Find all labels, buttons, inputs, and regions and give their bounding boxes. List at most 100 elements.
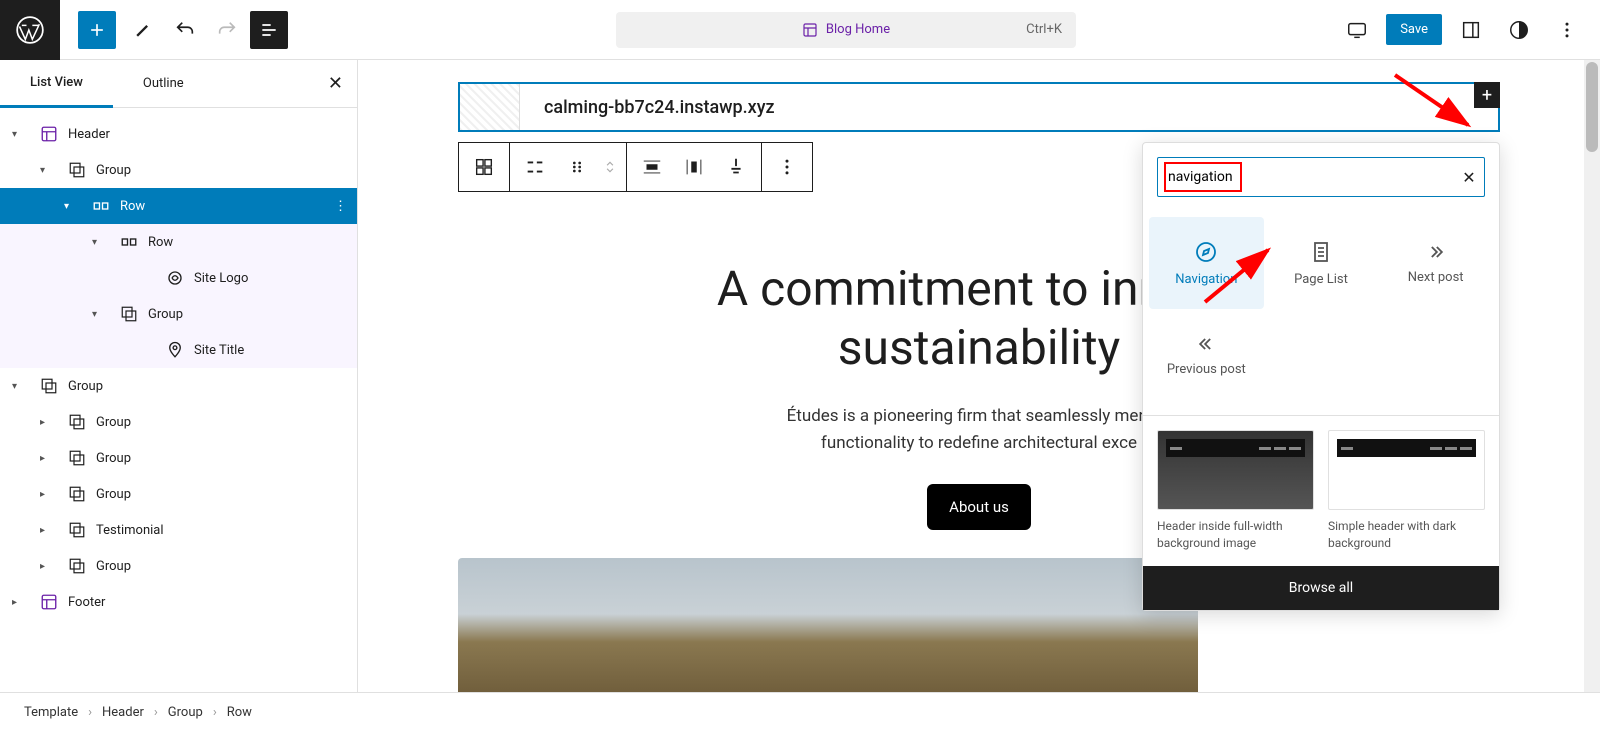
breadcrumb-item[interactable]: Group [168, 705, 203, 720]
move-updown-button[interactable] [598, 143, 622, 191]
block-result-previous-post[interactable]: Previous post [1149, 309, 1264, 401]
block-options-button[interactable] [766, 143, 808, 191]
layout-icon [38, 593, 60, 611]
tree-item-group[interactable]: ▸Group [0, 440, 357, 476]
chevron-icon: ▾ [12, 129, 30, 140]
tree-item-label: Site Logo [194, 271, 248, 286]
tree-item-site-logo[interactable]: Site Logo [0, 260, 357, 296]
site-title-text[interactable]: calming-bb7c24.instawp.xyz [520, 97, 775, 118]
breadcrumb-item[interactable]: Row [227, 705, 252, 720]
clear-search-button[interactable]: ✕ [1454, 168, 1484, 187]
tab-outline[interactable]: Outline [113, 60, 214, 108]
tree-item-label: Header [68, 127, 110, 142]
result-label: Previous post [1167, 362, 1246, 377]
pattern-label: Simple header with dark background [1328, 518, 1485, 552]
result-label: Next post [1408, 270, 1464, 285]
pattern-item[interactable]: Simple header with dark background [1328, 430, 1485, 552]
tree-item-footer[interactable]: ▸ Footer [0, 584, 357, 620]
breadcrumb-separator: › [154, 705, 158, 720]
tree-item-site-title[interactable]: Site Title [0, 332, 357, 368]
pattern-item[interactable]: Header inside full-width background imag… [1157, 430, 1314, 552]
tree-item-group[interactable]: ▾Group [0, 152, 357, 188]
chevron-icon: ▾ [12, 381, 30, 392]
inserter-search: ✕ [1157, 157, 1485, 197]
tree-item-label: Site Title [194, 343, 244, 358]
chevron-icon: ▾ [92, 237, 110, 248]
inserter-search-input[interactable] [1158, 169, 1454, 185]
block-result-page-list[interactable]: Page List [1264, 217, 1379, 309]
group-icon [66, 557, 88, 575]
save-button[interactable]: Save [1386, 14, 1442, 45]
group-icon [38, 377, 60, 395]
settings-sidebar-button[interactable] [1452, 11, 1490, 49]
tree-item-row[interactable]: ▾Row⋮ [0, 188, 357, 224]
view-button[interactable] [1338, 11, 1376, 49]
align-button[interactable] [631, 143, 673, 191]
tree-item-row[interactable]: ▾ Row [0, 224, 357, 260]
append-block-button[interactable]: + [1474, 82, 1500, 108]
redo-button[interactable] [208, 11, 246, 49]
tree-item-group[interactable]: ▸Group [0, 548, 357, 584]
chevron-icon: ▸ [40, 525, 58, 536]
result-label: Page List [1294, 272, 1348, 287]
pattern-thumbnail [1157, 430, 1314, 510]
layout-icon [802, 22, 818, 38]
tree-item-group[interactable]: ▸Group [0, 476, 357, 512]
group-icon [66, 521, 88, 539]
site-logo-placeholder[interactable] [460, 84, 520, 130]
document-overview-button[interactable] [250, 11, 288, 49]
tree-item-label: Group [96, 559, 131, 574]
editor-canvas: calming-bb7c24.instawp.xyz + A commitmen… [358, 60, 1600, 692]
chevron-icon: ▸ [40, 489, 58, 500]
block-tree: ▾Header▾Group▾Row⋮▾RowSite Logo▾GroupSit… [0, 108, 357, 628]
group-icon [66, 413, 88, 431]
vertical-align-button[interactable] [715, 143, 757, 191]
tree-item-group[interactable]: ▾Group [0, 368, 357, 404]
breadcrumb-item[interactable]: Header [102, 705, 144, 720]
chevron-icon: ▸ [12, 597, 30, 608]
horizontal-align-button[interactable] [673, 143, 715, 191]
chevron-icon: ▾ [40, 165, 58, 176]
undo-button[interactable] [166, 11, 204, 49]
pin-icon [164, 341, 186, 359]
block-result-next-post[interactable]: Next post [1378, 217, 1493, 309]
close-panel-button[interactable]: ✕ [328, 73, 343, 94]
tree-item-group[interactable]: ▸Group [0, 404, 357, 440]
selected-header-row[interactable]: calming-bb7c24.instawp.xyz + [458, 82, 1500, 132]
layout-icon [38, 125, 60, 143]
breadcrumb-separator: › [213, 705, 217, 720]
document-bar[interactable]: Blog Home Ctrl+K [616, 12, 1076, 48]
tree-item-header[interactable]: ▾ Header [0, 116, 357, 152]
tree-item-label: Testimonial [96, 523, 164, 538]
scrollbar-thumb[interactable] [1586, 62, 1598, 152]
prev-icon [1192, 334, 1220, 354]
inserter-results: Navigation Page List Next post Previous pos… [1143, 211, 1499, 415]
tree-item-label: Row [148, 235, 173, 250]
drag-handle[interactable] [556, 143, 598, 191]
tree-item-label: Row [120, 199, 145, 214]
styles-button[interactable] [1500, 11, 1538, 49]
block-inserter-button[interactable] [78, 11, 116, 49]
tools-button[interactable] [124, 11, 162, 49]
wordpress-logo[interactable] [0, 0, 60, 60]
block-result-navigation[interactable]: Navigation [1149, 217, 1264, 309]
tree-item-testimonial[interactable]: ▸ Testimonial [0, 512, 357, 548]
tree-item-group[interactable]: ▾Group [0, 296, 357, 332]
browse-all-button[interactable]: Browse all [1143, 566, 1499, 610]
pagelist-icon [1309, 240, 1333, 264]
hero-image[interactable] [458, 558, 1198, 692]
more-icon[interactable]: ⋮ [334, 199, 347, 214]
inserter-patterns: Header inside full-width background imag… [1143, 415, 1499, 566]
justify-button[interactable] [514, 143, 556, 191]
shortcut-hint: Ctrl+K [1026, 22, 1062, 37]
tab-list-view[interactable]: List View [0, 60, 113, 108]
block-toolbar [458, 142, 813, 192]
scrollbar[interactable] [1584, 60, 1600, 692]
chevron-icon: ▸ [40, 417, 58, 428]
options-button[interactable] [1548, 11, 1586, 49]
breadcrumb-item[interactable]: Template [24, 705, 78, 720]
about-us-button[interactable]: About us [927, 484, 1031, 530]
tree-item-label: Footer [68, 595, 105, 610]
block-type-button[interactable] [463, 143, 505, 191]
tree-item-label: Group [96, 451, 131, 466]
